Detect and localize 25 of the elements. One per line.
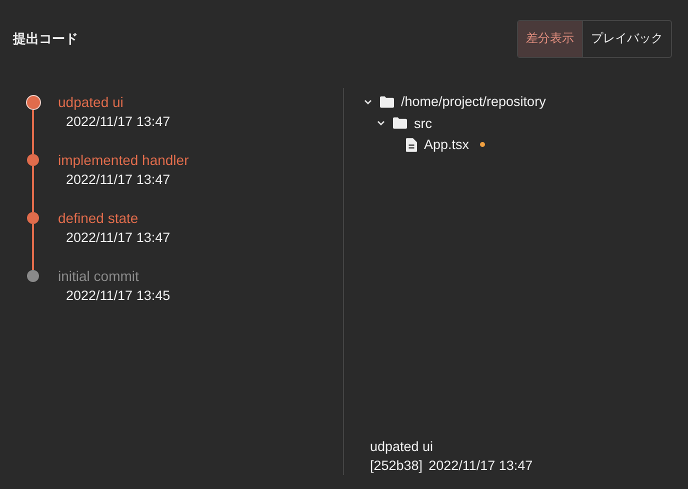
page-title: 提出コード: [13, 30, 78, 48]
folder-icon: [393, 117, 407, 130]
timeline-dot[interactable]: [27, 154, 39, 166]
commit-message[interactable]: initial commit: [58, 267, 139, 285]
commit-message: udpated ui: [370, 438, 434, 456]
chevron-icon[interactable]: [376, 118, 386, 128]
commit-time: 2022/11/17 13:47: [66, 229, 170, 247]
tree-item[interactable]: App.tsx: [424, 137, 470, 152]
file-icon: [406, 138, 417, 152]
timeline-dot[interactable]: [26, 95, 40, 110]
timeline-dot[interactable]: [27, 212, 39, 224]
view-tab[interactable]: プレイバック: [583, 20, 671, 56]
commit-message[interactable]: implemented handler: [58, 151, 189, 169]
commit-time: 2022/11/17 13:47: [428, 457, 533, 475]
tree-item[interactable]: src: [414, 116, 432, 131]
commit-message[interactable]: udpated ui: [58, 93, 124, 111]
commit-message[interactable]: defined state: [58, 209, 138, 227]
commit-time: 2022/11/17 13:45: [66, 287, 170, 305]
commit-time: 2022/11/17 13:47: [66, 113, 170, 131]
commit-time: 2022/11/17 13:47: [66, 171, 170, 189]
tree-item[interactable]: /home/project/repository: [401, 94, 546, 110]
commit-hash: [252b38]: [370, 457, 423, 475]
view-tab[interactable]: 差分表示: [518, 20, 583, 56]
timeline-dot[interactable]: [27, 270, 39, 282]
folder-icon: [380, 96, 394, 108]
